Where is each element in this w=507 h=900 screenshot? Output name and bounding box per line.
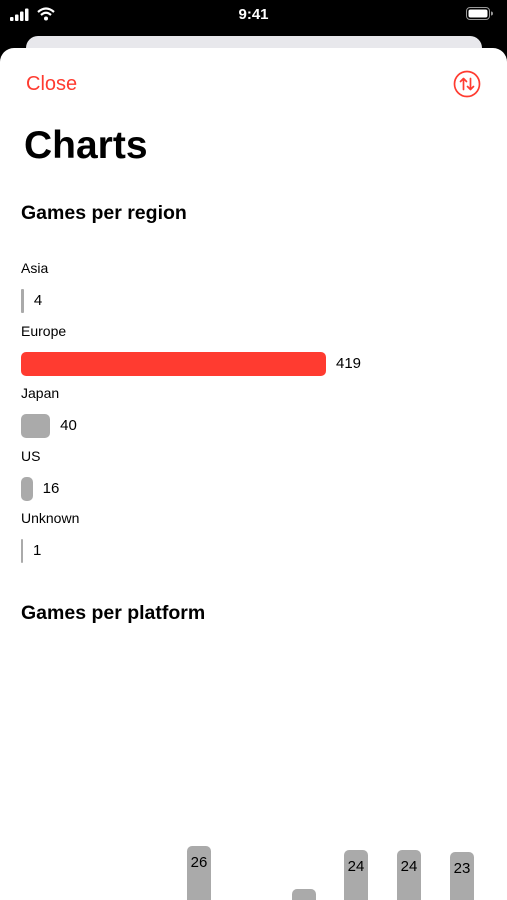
region-value-label: 40 [60,417,77,434]
platform-bar[interactable] [292,889,316,900]
region-bar[interactable] [21,539,23,563]
arrow-up-arrow-down-circle-icon[interactable] [453,70,481,98]
platform-value-label: 24 [347,858,365,875]
region-label: Europe [21,322,67,339]
platform-value-label: 26 [190,854,208,871]
region-bar[interactable] [21,351,326,376]
status-bar: 9:41 [0,0,507,30]
region-bar[interactable] [21,289,24,313]
region-value-label: 419 [336,354,362,372]
region-label: Japan [21,385,60,401]
region-value-label: 1 [33,542,42,559]
close-button[interactable]: Close [26,73,77,96]
status-time: 9:41 [238,6,269,23]
region-label: Asia [21,260,49,276]
region-label: Unknown [21,510,80,526]
region-value-label: 4 [33,292,43,309]
region-bar[interactable] [21,476,33,501]
page-title: Charts [24,124,148,167]
battery-icon [466,7,493,25]
platform-value-label: 23 [453,860,471,877]
region-label: US [21,447,41,464]
region-bar[interactable] [21,414,51,438]
charts-sheet: Close Charts Games per region Asia 4 Europ… [0,48,507,900]
region-value-label: 16 [42,479,60,497]
platform-value-label: 24 [400,858,418,875]
region-chart-title: Games per region [21,202,187,224]
platform-chart-title: Games per platform [21,602,206,624]
